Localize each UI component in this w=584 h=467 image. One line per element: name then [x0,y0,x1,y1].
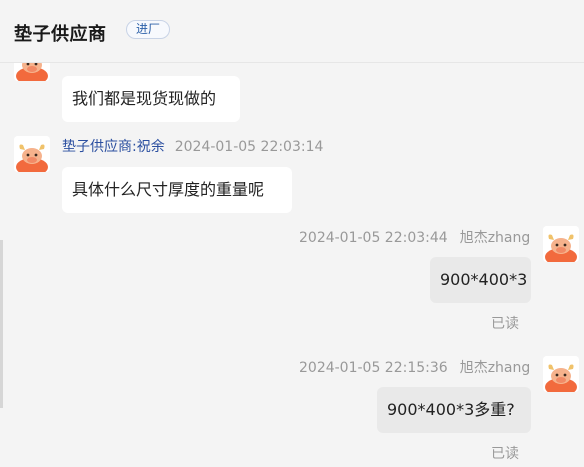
scroll-rail[interactable] [0,240,3,408]
factory-badge[interactable]: 进厂 [126,20,171,39]
message-meta: 垫子供应商:祝余 2024-01-05 22:03:14 [62,136,323,156]
sender-name[interactable]: 垫子供应商:祝余 [62,139,165,155]
cow-avatar-icon[interactable] [14,136,50,172]
sender-name[interactable]: 旭杰zhang [460,230,531,246]
chat-header: 垫子供应商 进厂 [0,0,584,63]
message-time: 2024-01-05 22:03:44 [299,230,448,246]
message-bubble[interactable]: 900*400*3 [430,257,531,303]
message-bubble[interactable]: 具体什么尺寸厚度的重量呢 [62,167,292,213]
cow-avatar-icon[interactable] [543,226,579,262]
message-meta: 2024-01-05 22:03:44 旭杰zhang [299,227,530,247]
message-bubble[interactable]: 我们都是现货现做的 [62,76,240,122]
read-status: 已读 [491,316,519,332]
cow-avatar-icon[interactable] [543,356,579,392]
read-status: 已读 [491,446,519,462]
message-bubble[interactable]: 900*400*3多重? [377,387,531,433]
message-meta: 2024-01-05 22:15:36 旭杰zhang [299,357,530,377]
chat-title: 垫子供应商 [14,24,107,45]
message-time: 2024-01-05 22:15:36 [299,360,448,376]
sender-name[interactable]: 旭杰zhang [460,360,531,376]
message-time: 2024-01-05 22:03:14 [174,139,324,155]
